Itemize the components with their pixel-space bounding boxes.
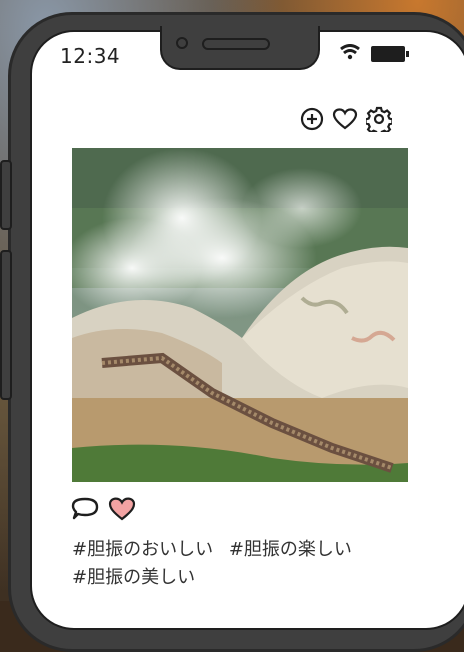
post-tags: #胆振のおいしい #胆振の楽しい #胆振の美しい <box>72 536 412 592</box>
gear-icon[interactable] <box>366 106 392 132</box>
battery-icon <box>371 46 409 62</box>
comment-icon[interactable] <box>70 496 100 522</box>
tag-2[interactable]: #胆振の楽しい <box>229 539 352 560</box>
post-actions <box>70 496 136 522</box>
side-button <box>0 250 12 400</box>
heart-icon[interactable] <box>332 107 358 131</box>
volcanic-valley-image <box>72 148 408 482</box>
tag-1[interactable]: #胆振のおいしい <box>72 539 213 560</box>
speaker-icon <box>202 38 270 50</box>
like-heart-icon[interactable] <box>108 496 136 522</box>
add-icon[interactable] <box>300 107 324 131</box>
wifi-icon <box>340 44 360 60</box>
top-toolbar <box>300 106 392 132</box>
camera-icon <box>176 37 188 49</box>
post-photo[interactable] <box>72 148 408 482</box>
volume-button <box>0 160 12 230</box>
tag-3[interactable]: #胆振の美しい <box>72 567 195 588</box>
status-time: 12:34 <box>60 44 121 68</box>
